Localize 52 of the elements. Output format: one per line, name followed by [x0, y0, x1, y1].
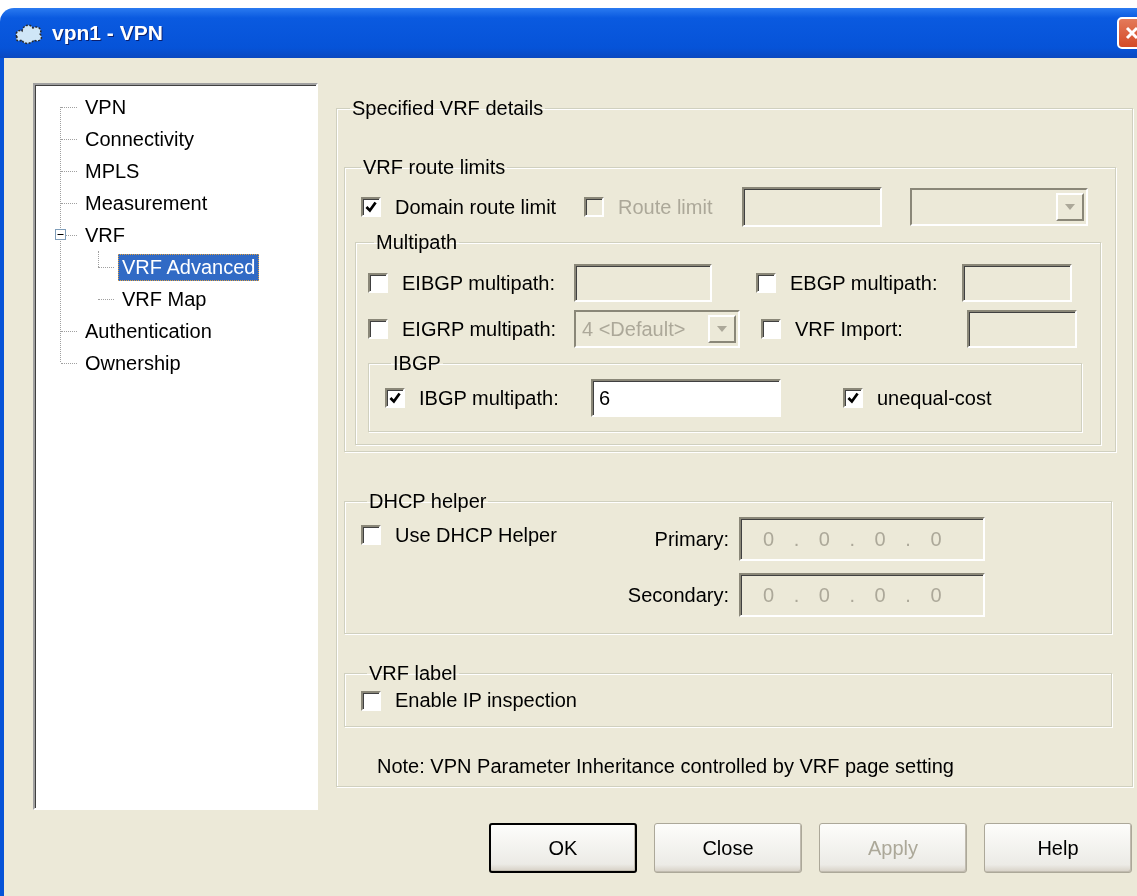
checkbox[interactable]: [385, 388, 405, 408]
window-title: vpn1 - VPN: [52, 21, 163, 45]
note-text: Note: VPN Parameter Inheritance controlled by VRF page setting: [376, 755, 955, 778]
checkbox[interactable]: [361, 525, 381, 545]
unit-dropdown[interactable]: [910, 188, 1088, 226]
group-title: VRF label: [368, 662, 458, 685]
cloud-icon: [14, 21, 44, 45]
collapse-icon[interactable]: [55, 229, 66, 240]
dropdown-arrow-icon: [1065, 204, 1075, 210]
vrf-import-field[interactable]: [967, 310, 1077, 348]
checkbox-label: Enable IP inspection: [395, 689, 577, 712]
dropdown-arrow-icon: [717, 326, 727, 332]
tree-item[interactable]: VRF Advanced: [118, 253, 260, 281]
checkbox-label: EIGRP multipath:: [402, 317, 558, 341]
checkbox-label: IBGP multipath:: [419, 386, 560, 410]
close-icon: [1125, 26, 1137, 40]
ebgp-field[interactable]: [962, 264, 1072, 302]
checkbox[interactable]: [756, 273, 776, 293]
checkbox-label: VRF Import:: [795, 317, 904, 341]
checkbox[interactable]: [368, 319, 388, 339]
dialog-button[interactable]: OK: [489, 823, 637, 873]
tree-item[interactable]: Connectivity: [81, 125, 198, 153]
tree-item[interactable]: Authentication: [81, 317, 216, 345]
checkbox[interactable]: [761, 319, 781, 339]
tree-item[interactable]: Measurement: [81, 189, 212, 217]
group-title: Multipath: [375, 231, 459, 254]
ibgp-multipath-field[interactable]: 6: [591, 379, 781, 417]
dialog-button[interactable]: Close: [654, 823, 802, 873]
group-title: VRF route limits: [362, 156, 507, 179]
group-title: IBGP: [392, 352, 442, 375]
eibgp-field[interactable]: [574, 264, 712, 302]
checkbox[interactable]: [361, 690, 381, 711]
checkbox[interactable]: [368, 273, 388, 293]
field-label: Primary:: [653, 527, 729, 551]
dialog-button[interactable]: Help: [984, 823, 1132, 873]
checkbox[interactable]: [843, 388, 863, 408]
group-title: Specified VRF details: [351, 97, 545, 120]
checkbox-label: EIBGP multipath:: [402, 271, 557, 295]
checkbox-label: Route limit: [618, 195, 714, 219]
field-label: Secondary:: [626, 583, 729, 607]
route-limit-field[interactable]: [742, 187, 882, 227]
checkbox-label: Use DHCP Helper: [395, 523, 557, 547]
tree-item[interactable]: MPLS: [81, 157, 144, 185]
checkbox-label: unequal-cost: [877, 386, 992, 410]
tree-item[interactable]: Ownership: [81, 349, 185, 377]
tree-item[interactable]: VPN: [81, 93, 131, 121]
checkbox-label: Domain route limit: [395, 195, 558, 219]
group-title: DHCP helper: [368, 490, 488, 513]
tree-item[interactable]: VRF: [81, 221, 129, 249]
checkbox[interactable]: [361, 197, 381, 217]
checkbox-label: EBGP multipath:: [790, 271, 939, 295]
tree-item[interactable]: VRF Map: [118, 285, 211, 313]
